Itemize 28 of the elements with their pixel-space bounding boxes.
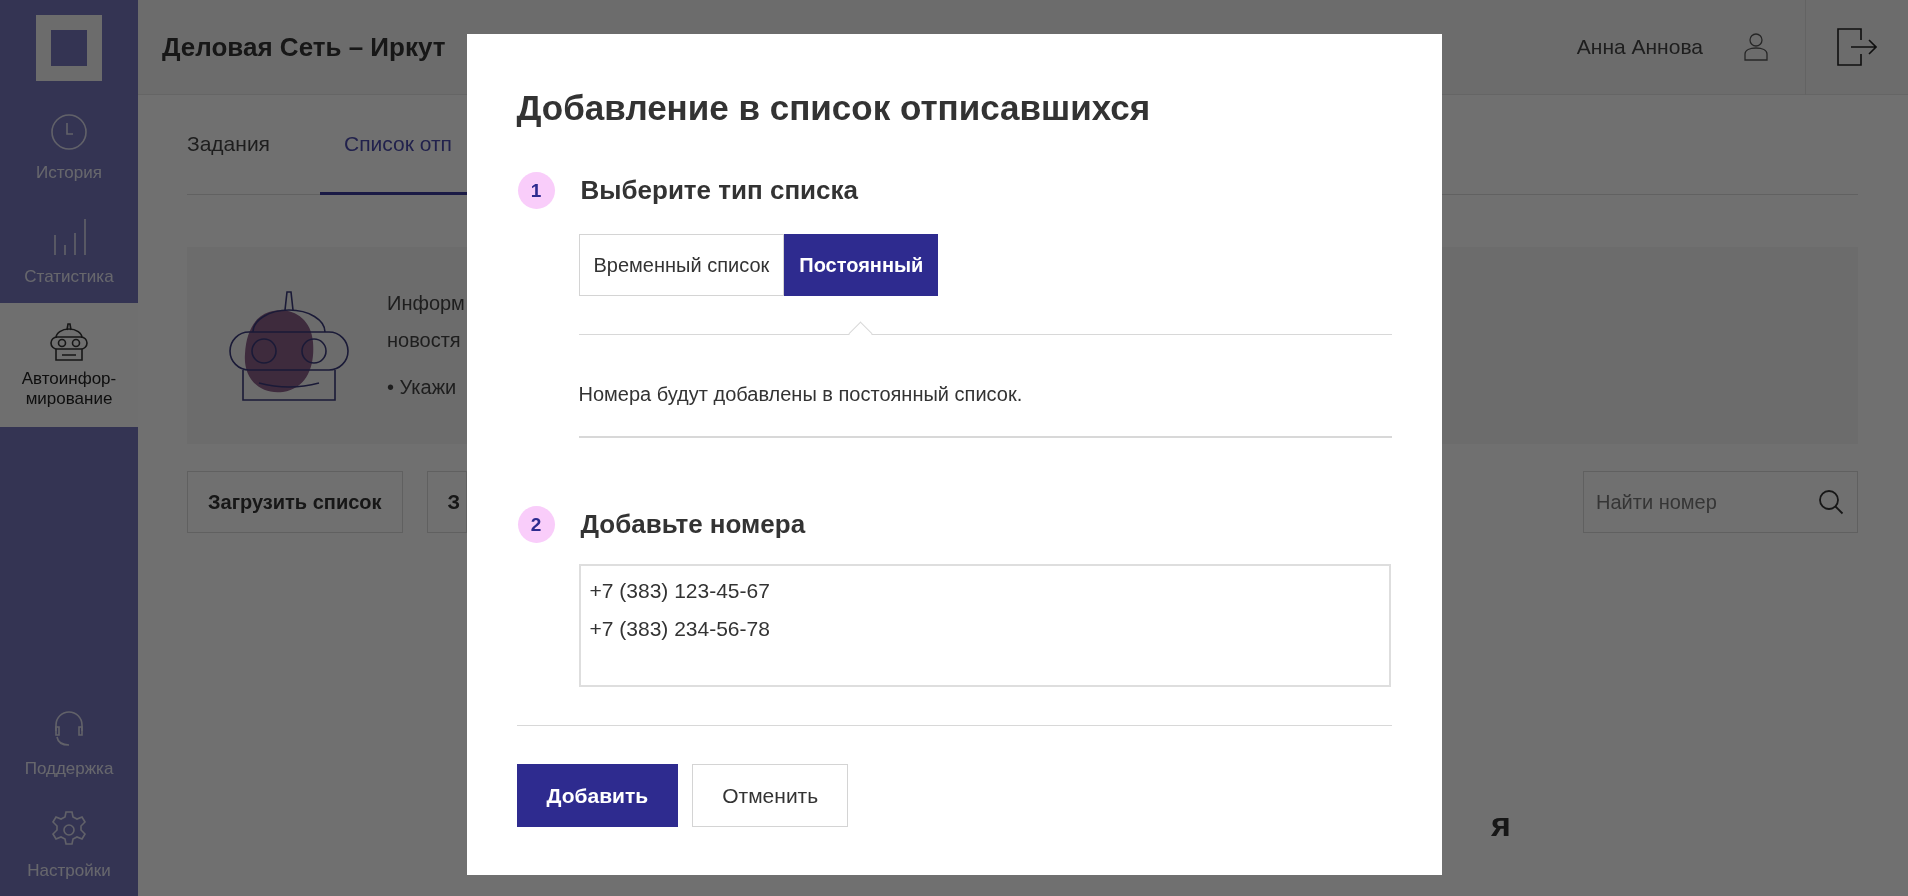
step-description: Номера будут добавлены в постоянный список.	[578, 383, 1024, 406]
tab[interactable]: Задания	[187, 95, 320, 195]
logo-icon	[36, 14, 102, 81]
step-title: Добавьте номера	[580, 509, 806, 540]
search-icon	[1818, 489, 1844, 515]
info-text: • Укажи	[387, 376, 458, 399]
cancel-button[interactable]: Отменить	[692, 764, 849, 827]
user-name: Анна Аннова	[1576, 35, 1703, 59]
empty-state-title: я	[1491, 805, 1512, 844]
add-button[interactable]: Добавить	[516, 764, 679, 827]
numbers-field[interactable]: +7 (383) 123-45-67 +7 (383) 234-56-78	[578, 564, 1391, 687]
info-text: новостя	[387, 329, 462, 352]
list-type-option[interactable]: Постоянный	[784, 234, 939, 296]
step-number: 1	[517, 172, 555, 209]
sidebar-item[interactable]: Автоинфор- мирование	[0, 303, 138, 427]
user-icon	[1743, 32, 1769, 62]
list-type-option[interactable]: Временный список	[578, 234, 785, 296]
toolbar-button[interactable]: З	[426, 471, 467, 533]
info-text: Информ	[387, 292, 465, 315]
upload-button[interactable]: Загрузить список	[187, 471, 403, 533]
step-title: Выберите тип списка	[580, 175, 858, 206]
search-field[interactable]: Найти номер	[1583, 471, 1858, 533]
clock-icon	[48, 111, 90, 153]
app-title: Деловая Сеть – Иркут	[161, 31, 447, 63]
robot-icon	[48, 320, 90, 363]
logout-icon	[1837, 28, 1877, 66]
dialog-title: Добавление в список отписавшихся	[516, 88, 1152, 128]
step-number: 2	[517, 506, 555, 543]
